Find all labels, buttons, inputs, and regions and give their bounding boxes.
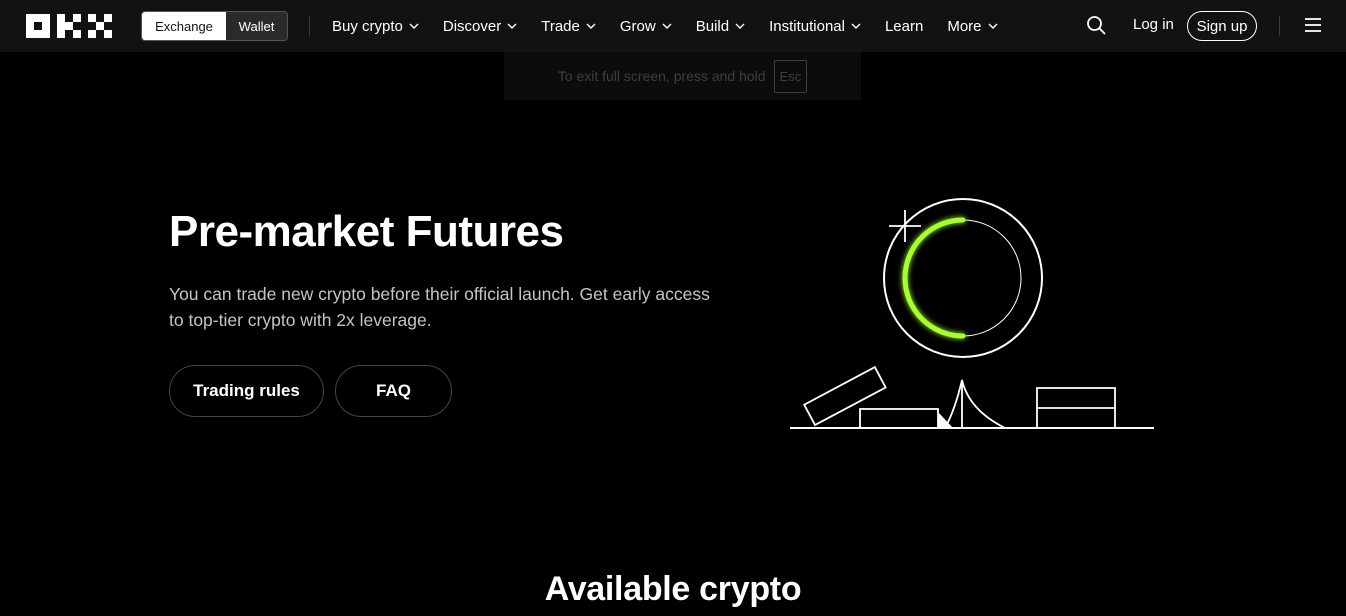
chevron-down-icon xyxy=(851,23,861,29)
esc-key-badge: Esc xyxy=(773,59,808,93)
chevron-down-icon xyxy=(662,23,672,29)
trading-rules-button[interactable]: Trading rules xyxy=(169,365,324,417)
search-icon[interactable] xyxy=(1086,15,1106,35)
hamburger-icon[interactable] xyxy=(1305,17,1321,33)
menu-build[interactable]: Build xyxy=(696,18,745,35)
chevron-down-icon xyxy=(507,23,517,29)
pre-market-illustration xyxy=(790,198,1154,429)
exchange-wallet-toggle: Exchange Wallet xyxy=(141,11,288,41)
main-menu: Buy crypto Discover Trade Grow Build Ins… xyxy=(332,0,1022,52)
available-crypto-heading: Available crypto xyxy=(544,570,802,608)
menu-buy-crypto[interactable]: Buy crypto xyxy=(332,18,419,35)
nav-divider xyxy=(1279,16,1280,36)
menu-discover[interactable]: Discover xyxy=(443,18,517,35)
menu-more[interactable]: More xyxy=(947,18,998,35)
login-link[interactable]: Log in xyxy=(1133,16,1174,33)
menu-institutional[interactable]: Institutional xyxy=(769,18,861,35)
hero-description: You can trade new crypto before their of… xyxy=(169,284,710,330)
toggle-wallet[interactable]: Wallet xyxy=(226,12,287,40)
chevron-down-icon xyxy=(735,23,745,29)
okx-logo[interactable] xyxy=(26,14,112,38)
chevron-down-icon xyxy=(409,23,419,29)
menu-grow[interactable]: Grow xyxy=(620,18,672,35)
menu-trade[interactable]: Trade xyxy=(541,18,596,35)
signup-button[interactable]: Sign up xyxy=(1187,11,1257,41)
menu-learn[interactable]: Learn xyxy=(885,18,923,35)
page-title: Pre-market Futures xyxy=(169,207,564,256)
toggle-exchange[interactable]: Exchange xyxy=(142,12,226,40)
fullscreen-hint-text: To exit full screen, press and hold xyxy=(557,68,766,84)
top-nav: Exchange Wallet Buy crypto Discover Trad… xyxy=(0,0,1346,52)
chevron-down-icon xyxy=(988,23,998,29)
nav-divider xyxy=(309,16,310,36)
chevron-down-icon xyxy=(586,23,596,29)
fullscreen-exit-hint: To exit full screen, press and hold Esc xyxy=(504,52,861,100)
faq-button[interactable]: FAQ xyxy=(335,365,452,417)
